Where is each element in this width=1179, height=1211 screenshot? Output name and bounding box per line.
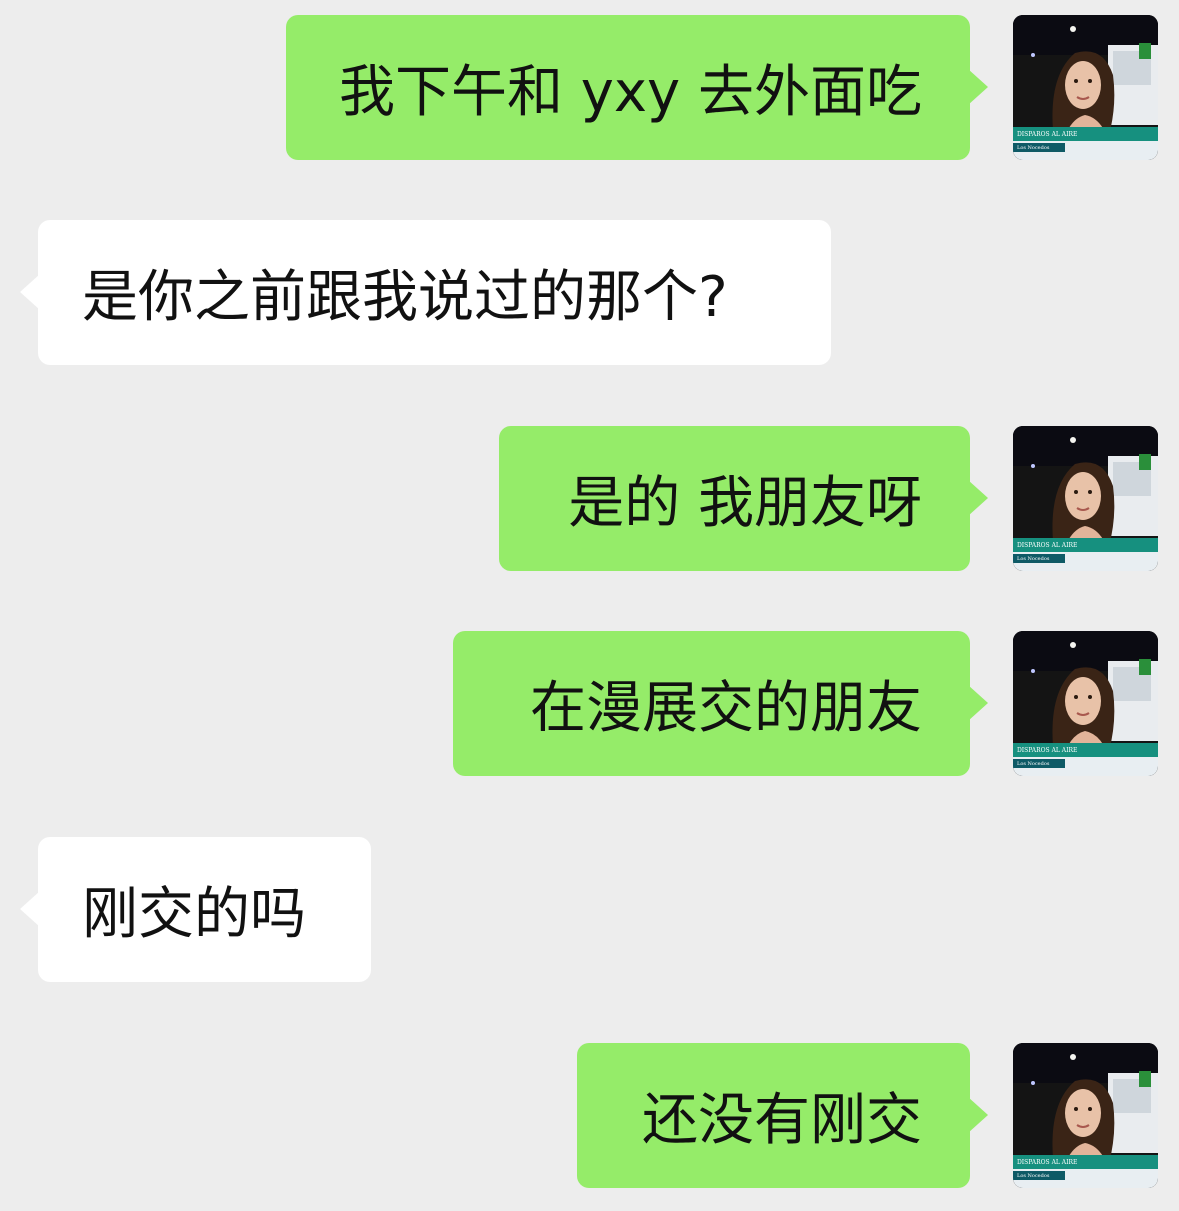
profile-photo-icon: DISPAROS AL AIRE Los Nocedos xyxy=(1013,1043,1158,1188)
avatar[interactable]: DISPAROS AL AIRE Los Nocedos xyxy=(1013,426,1158,571)
avatar-caption-2: Los Nocedos xyxy=(1017,761,1050,767)
profile-photo-icon: DISPAROS AL AIRE Los Nocedos xyxy=(1013,426,1158,571)
message-bubble[interactable]: 是你之前跟我说过的那个? xyxy=(20,220,831,365)
profile-photo-icon: DISPAROS AL AIRE Los Nocedos xyxy=(1013,15,1158,160)
message-text: 还没有刚交 xyxy=(642,1088,922,1153)
message-text: 刚交的吗 xyxy=(82,882,306,947)
profile-photo-icon: DISPAROS AL AIRE Los Nocedos xyxy=(1013,631,1158,776)
message-bubble[interactable]: 刚交的吗 xyxy=(20,837,371,982)
message-text: 我下午和 yxy 去外面吃 xyxy=(338,60,922,125)
avatar-caption-2: Los Nocedos xyxy=(1017,1173,1050,1179)
avatar-caption-2: Los Nocedos xyxy=(1017,556,1050,562)
avatar[interactable]: DISPAROS AL AIRE Los Nocedos xyxy=(1013,15,1158,160)
avatar-caption-1: DISPAROS AL AIRE xyxy=(1017,131,1077,138)
avatar-caption-1: DISPAROS AL AIRE xyxy=(1017,747,1077,754)
message-text: 在漫展交的朋友 xyxy=(530,676,922,741)
message-text: 是你之前跟我说过的那个? xyxy=(82,265,728,330)
message-text: 是的 我朋友呀 xyxy=(568,471,922,536)
avatar[interactable]: DISPAROS AL AIRE Los Nocedos xyxy=(1013,631,1158,776)
avatar[interactable]: DISPAROS AL AIRE Los Nocedos xyxy=(1013,1043,1158,1188)
message-bubble[interactable]: 在漫展交的朋友 xyxy=(453,631,988,776)
message-bubble[interactable]: 还没有刚交 xyxy=(577,1043,988,1188)
avatar-caption-2: Los Nocedos xyxy=(1017,145,1050,151)
avatar-caption-1: DISPAROS AL AIRE xyxy=(1017,1159,1077,1166)
avatar-caption-1: DISPAROS AL AIRE xyxy=(1017,542,1077,549)
message-bubble[interactable]: 是的 我朋友呀 xyxy=(499,426,988,571)
message-bubble[interactable]: 我下午和 yxy 去外面吃 xyxy=(286,15,988,160)
